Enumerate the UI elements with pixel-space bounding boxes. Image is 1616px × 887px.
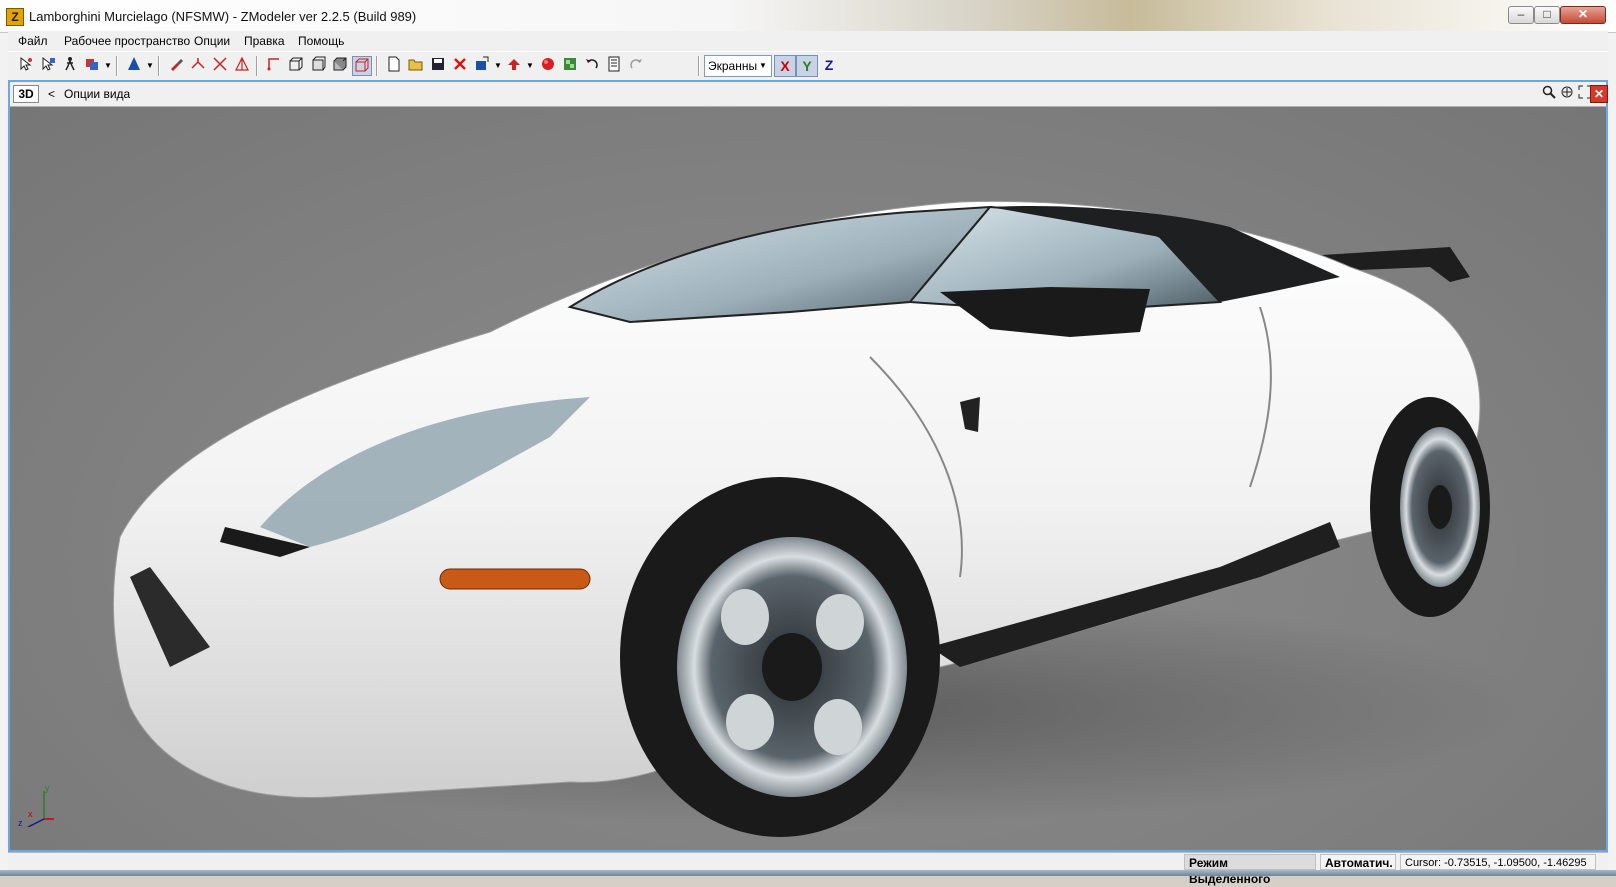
redo-icon[interactable] [626,56,646,76]
application-window: Z Lamborghini Murcielago (NFSMW) - ZMode… [0,0,1616,886]
status-selection-mode[interactable]: Режим Выделенного [1184,854,1316,886]
material-sphere-icon[interactable] [538,56,558,76]
weld-icon[interactable] [188,56,208,76]
box-wire-toggle-icon[interactable] [352,56,372,76]
select-walk-icon[interactable] [60,56,80,76]
gizmo-label-z: z [18,818,23,827]
create-cone-dropdown-icon[interactable]: ▼ [146,56,154,76]
collapse-chevron-icon[interactable]: < [48,87,55,101]
import-dropdown-icon[interactable]: ▼ [494,56,502,76]
menu-edit[interactable]: Правка [240,33,289,49]
box-side-icon[interactable] [308,56,328,76]
maximize-button[interactable]: □ [1534,6,1560,24]
toolbar-separator [256,56,258,76]
axis-x-toggle[interactable]: X [774,55,796,77]
export-icon[interactable] [504,56,524,76]
create-cone-icon[interactable] [124,56,144,76]
toolbar-separator [116,56,118,76]
rear-wheel [1370,397,1490,617]
title-bar[interactable]: Z Lamborghini Murcielago (NFSMW) - ZMode… [0,0,1616,33]
viewport-panel: 3D < Опции вида ✕ y x z [8,80,1608,852]
view-mode-selected: Экранны [708,59,758,73]
view-type-button[interactable]: 3D [13,85,39,103]
zmodeler-app-icon[interactable]: Z [6,8,24,26]
turn-signal-light [439,568,591,590]
status-auto-mode[interactable]: Автоматич. [1320,854,1396,870]
minimize-button[interactable]: – [1508,6,1534,24]
toolbar-separator [158,56,160,76]
close-viewport-icon[interactable]: ✕ [1590,85,1608,103]
triangulate-icon[interactable] [232,56,252,76]
menu-help[interactable]: Помощь [294,33,348,49]
new-file-icon[interactable] [384,56,404,76]
box-front-icon[interactable] [286,56,306,76]
pan-hand-icon[interactable] [1558,85,1576,103]
undo-icon[interactable] [582,56,602,76]
paint-brush-icon[interactable] [166,56,186,76]
zoom-magnifier-icon[interactable] [1540,85,1558,103]
menu-options[interactable]: Опции [190,33,234,49]
window-title: Lamborghini Murcielago (NFSMW) - ZModele… [29,9,417,24]
toolbar-separator [376,56,378,76]
chevron-down-icon: ▼ [759,61,767,70]
view-options-label[interactable]: Опции вида [64,87,130,101]
menu-file[interactable]: Файл [14,33,52,49]
move-axis-icon[interactable] [264,56,284,76]
axis-gizmo: y x z [18,783,54,827]
select-group-dropdown-icon[interactable]: ▼ [104,56,112,76]
save-disk-icon[interactable] [428,56,448,76]
main-toolbar: ▼ ▼ ▼ ▼ Экранны ▼ X Y Z [8,51,1608,81]
car-model-render [90,201,1530,837]
import-icon[interactable] [472,56,492,76]
toolbar-separator [698,56,700,76]
gizmo-label-x: x [28,809,33,819]
delete-icon[interactable] [450,56,470,76]
viewport-header: 3D < Опции вида ✕ [10,82,1608,107]
select-vertex-icon[interactable] [16,56,36,76]
axis-y-toggle[interactable]: Y [796,55,818,77]
cross-edge-icon[interactable] [210,56,230,76]
select-group-icon[interactable] [82,56,102,76]
texture-map-icon[interactable] [560,56,580,76]
close-button[interactable]: ✕ [1560,6,1606,24]
os-taskbar [0,870,1616,876]
open-folder-icon[interactable] [406,56,426,76]
export-dropdown-icon[interactable]: ▼ [526,56,534,76]
menu-bar: Файл Рабочее пространство Опции Правка П… [8,31,1608,51]
status-bar: Режим Выделенного Автоматич. Cursor: -0.… [8,852,1608,886]
select-object-icon[interactable] [38,56,58,76]
status-cursor-coords: Cursor: -0.73515, -1.09500, -1.46295 [1400,854,1596,870]
front-wheel [620,477,940,837]
axis-z-toggle[interactable]: Z [818,55,840,77]
menu-workspace[interactable]: Рабочее пространство [60,33,194,49]
box-shaded-icon[interactable] [330,56,350,76]
properties-icon[interactable] [604,56,624,76]
gizmo-label-y: y [45,783,50,793]
3d-scene-canvas[interactable]: y x z [10,107,1606,850]
view-mode-select[interactable]: Экранны ▼ [704,55,772,77]
